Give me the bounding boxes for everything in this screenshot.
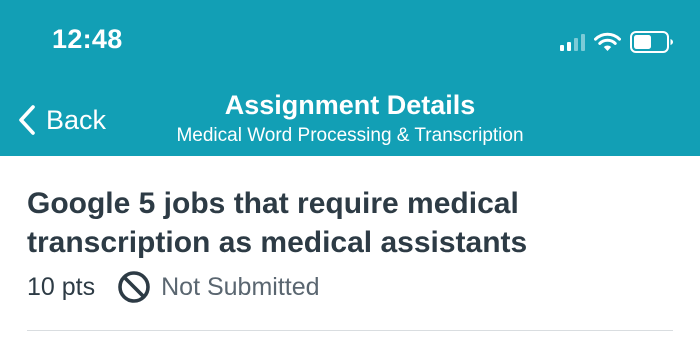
submission-status: Not Submitted	[117, 270, 320, 304]
page-title: Assignment Details	[224, 90, 476, 120]
assignment-meta: 10 pts Not Submitted	[27, 269, 320, 305]
status-bar-icons	[560, 30, 674, 54]
course-subtitle: Medical Word Processing & Transcription	[176, 125, 524, 146]
navigation-header: 12:48 Back Assignment Details Medical Wo…	[0, 0, 700, 156]
no-symbol-icon	[118, 271, 150, 303]
status-bar-time: 12:48	[52, 24, 123, 54]
wifi-icon	[594, 32, 621, 51]
points-label: 10 pts	[27, 272, 96, 301]
app-screen: 12:48 Back Assignment Details Medical Wo…	[0, 0, 700, 361]
divider	[27, 330, 673, 331]
cellular-signal-icon	[560, 33, 585, 51]
assignment-content: Google 5 jobs that require medical trans…	[0, 156, 700, 361]
submission-status-label: Not Submitted	[161, 272, 320, 301]
battery-icon	[630, 31, 673, 53]
assignment-title: Google 5 jobs that require medical trans…	[27, 187, 528, 259]
